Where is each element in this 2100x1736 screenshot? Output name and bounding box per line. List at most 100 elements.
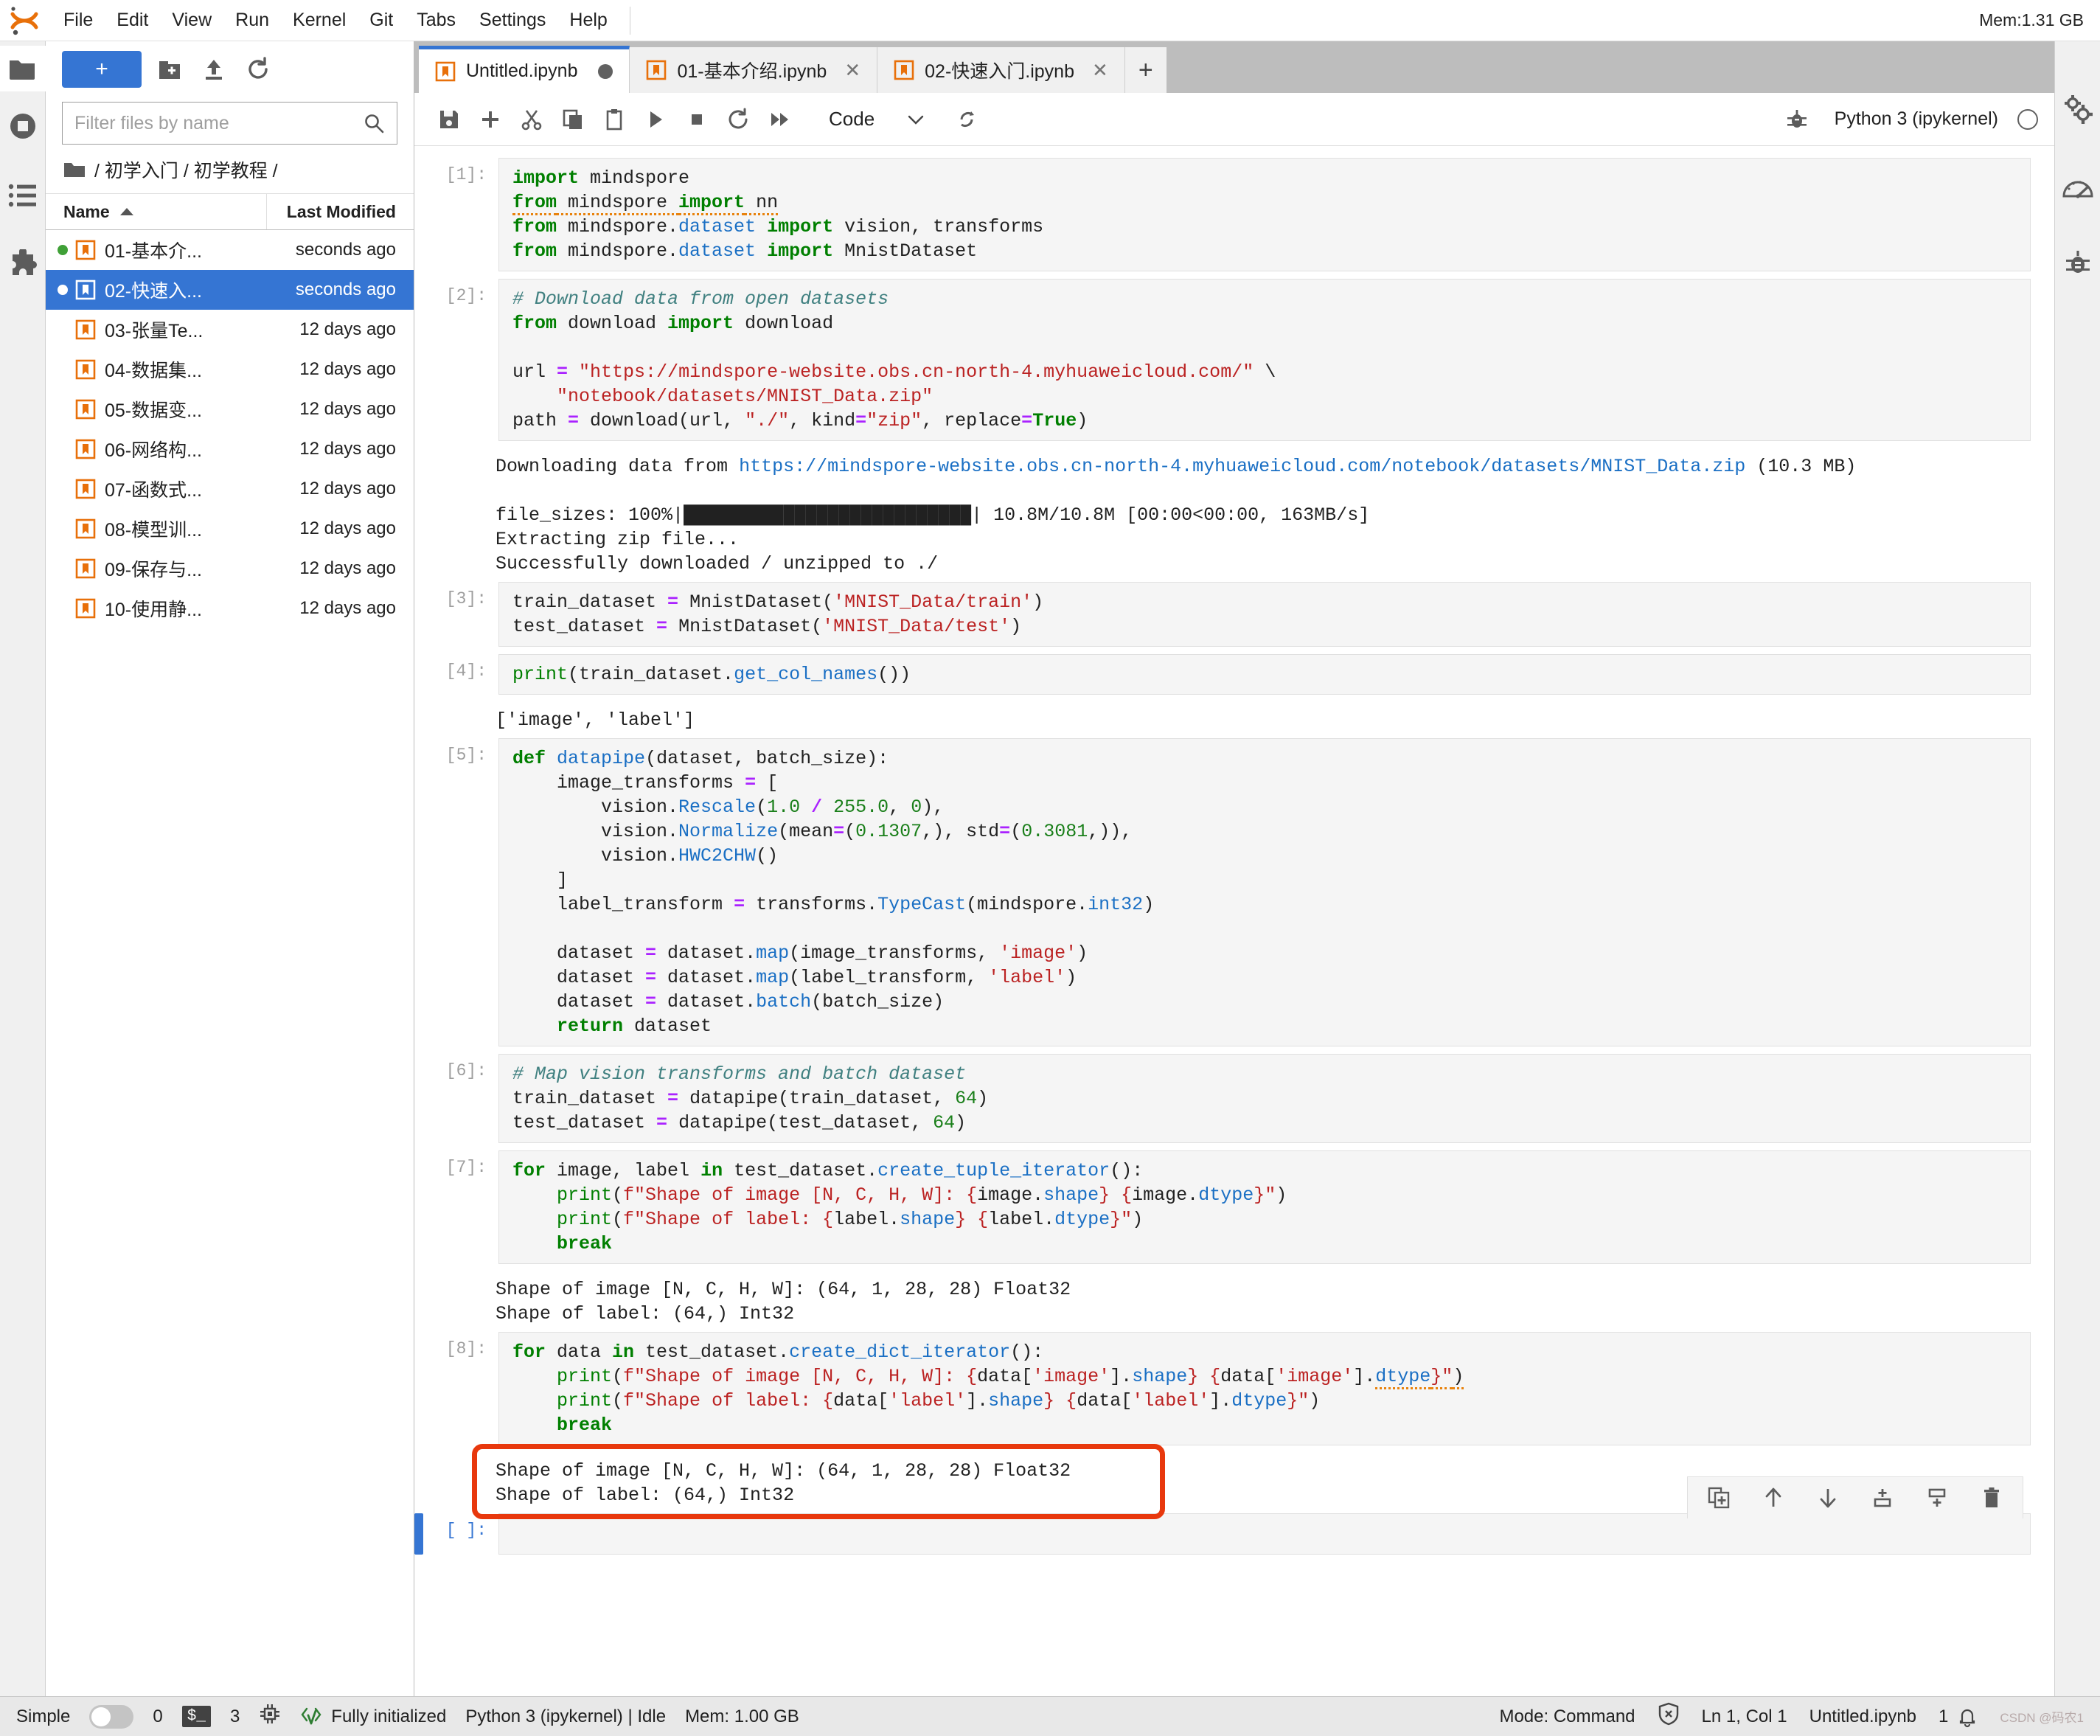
file-browser-icon	[10, 60, 35, 80]
notebook-cell[interactable]: [8]: for data in test_dataset.create_dict…	[414, 1332, 2054, 1445]
terminal-count[interactable]: 0	[153, 1707, 162, 1727]
cell-input[interactable]: train_dataset = MnistDataset('MNIST_Data…	[498, 582, 2031, 647]
sidebar-item-extension-manager[interactable]	[0, 230, 46, 299]
menu-edit[interactable]: Edit	[105, 5, 160, 35]
notebook-cell[interactable]: [4]: print(train_dataset.get_col_names())	[414, 654, 2054, 695]
file-list-item[interactable]: 02-快速入... seconds ago	[46, 270, 414, 310]
add-cell-button[interactable]	[472, 101, 509, 138]
watermark: CSDN @码农1	[2000, 1711, 2084, 1725]
menu-help[interactable]: Help	[557, 5, 619, 35]
menu-tabs[interactable]: Tabs	[405, 5, 467, 35]
cell-input[interactable]: # Map vision transforms and batch datase…	[498, 1054, 2031, 1143]
copy-button[interactable]	[554, 101, 591, 138]
column-header-modified[interactable]: Last Modified	[266, 194, 414, 229]
save-button[interactable]	[431, 101, 467, 138]
file-filter-input[interactable]	[74, 112, 363, 134]
edit-mode-indicator[interactable]: Mode: Command	[1499, 1707, 1635, 1727]
sidebar-item-running-sessions[interactable]	[0, 91, 46, 161]
sidebar-item-debugger[interactable]	[2055, 224, 2100, 301]
delete-cell-button[interactable]	[1977, 1483, 2006, 1513]
file-list-item[interactable]: 03-张量Te... 12 days ago	[46, 310, 414, 350]
new-launcher-button[interactable]: +	[62, 51, 142, 88]
file-list-item[interactable]: 04-数据集... 12 days ago	[46, 350, 414, 389]
menu-view[interactable]: View	[160, 5, 223, 35]
cell-input[interactable]	[498, 1513, 2031, 1555]
debugger-toggle-button[interactable]	[1779, 101, 1815, 138]
cursor-position[interactable]: Ln 1, Col 1	[1702, 1707, 1787, 1727]
menu-settings[interactable]: Settings	[467, 5, 557, 35]
main-dock-area: Untitled.ipynb 01-基本介绍.ipynb ✕ 02-快速入门.ipyn…	[414, 41, 2054, 1696]
insert-cell-below-button[interactable]	[1922, 1483, 1952, 1513]
run-cell-button[interactable]	[637, 101, 674, 138]
menu-file[interactable]: File	[52, 5, 105, 35]
terminal-icon[interactable]: $_	[181, 1706, 211, 1727]
notebook-cell[interactable]: [2]: # Download data from open datasets f…	[414, 279, 2054, 441]
cell-input[interactable]: import mindspore from mindspore import n…	[498, 158, 2031, 271]
menu-run[interactable]: Run	[223, 5, 281, 35]
sidebar-item-property-inspector[interactable]	[2055, 71, 2100, 147]
restart-and-run-all-button[interactable]	[761, 101, 798, 138]
shield-x-icon[interactable]	[1658, 1702, 1680, 1731]
file-list-item[interactable]: 05-数据变... 12 days ago	[46, 389, 414, 429]
insert-cell-above-button[interactable]	[1868, 1483, 1897, 1513]
git-status-button[interactable]	[948, 101, 985, 138]
kernel-count[interactable]: 3	[230, 1707, 240, 1727]
restart-and-run-all-icon	[771, 112, 788, 126]
notebook-cell[interactable]: [3]: train_dataset = MnistDataset('MNIST_…	[414, 582, 2054, 647]
file-list-item[interactable]: 01-基本介... seconds ago	[46, 230, 414, 270]
close-icon[interactable]: ✕	[1092, 59, 1108, 82]
output-prompt: [ ]:	[414, 1453, 482, 1513]
cell-output: ['image', 'label']	[496, 709, 695, 731]
menu-kernel[interactable]: Kernel	[281, 5, 358, 35]
simple-mode-toggle[interactable]	[89, 1704, 134, 1729]
cell-input[interactable]: # Download data from open datasets from …	[498, 279, 2031, 441]
cell-input[interactable]: def datapipe(dataset, batch_size): image…	[498, 738, 2031, 1046]
file-list-item[interactable]: 08-模型训... 12 days ago	[46, 509, 414, 549]
paste-button[interactable]	[596, 101, 633, 138]
sidebar-item-table-of-contents[interactable]	[0, 161, 46, 230]
initialization-status[interactable]: Fully initialized	[300, 1707, 446, 1727]
file-list-item[interactable]: 07-函数式... 12 days ago	[46, 469, 414, 509]
notebook-tab[interactable]: 02-快速入门.ipynb ✕	[877, 47, 1125, 93]
new-folder-button[interactable]	[153, 53, 186, 86]
file-modified: 12 days ago	[299, 359, 396, 379]
refresh-button[interactable]	[242, 53, 274, 86]
kernel-status-text[interactable]: Python 3 (ipykernel) | Idle	[465, 1707, 666, 1727]
right-activity-bar	[2054, 41, 2100, 1696]
sidebar-item-performance[interactable]	[2055, 147, 2100, 224]
upload-button[interactable]	[198, 53, 230, 86]
menu-git[interactable]: Git	[358, 5, 405, 35]
move-cell-up-button[interactable]	[1759, 1483, 1788, 1513]
file-list-item[interactable]: 06-网络构... 12 days ago	[46, 429, 414, 469]
restart-kernel-button[interactable]	[720, 101, 757, 138]
kernel-name-label[interactable]: Python 3 (ipykernel)	[1835, 108, 1998, 130]
notebook-panel: Code Python 3 (ipykernel) [1]: import mi…	[414, 93, 2054, 1696]
cell-input[interactable]: for image, label in test_dataset.create_…	[498, 1150, 2031, 1264]
close-icon[interactable]: ✕	[844, 59, 860, 82]
notebook-cell[interactable]: [1]: import mindspore from mindspore impo…	[414, 158, 2054, 271]
cell-type-select[interactable]: Code	[820, 105, 933, 133]
notification-indicator[interactable]: 1	[1939, 1706, 1978, 1728]
notebook-cell[interactable]: [7]: for image, label in test_dataset.cre…	[414, 1150, 2054, 1264]
file-filter-box[interactable]	[62, 102, 397, 145]
move-cell-down-button[interactable]	[1813, 1483, 1843, 1513]
column-header-name[interactable]: Name	[46, 202, 266, 222]
cpu-chip-icon[interactable]	[259, 1703, 281, 1730]
notebook-cell[interactable]: [ ]:	[414, 1513, 2054, 1555]
move-cell-up-icon	[1765, 1487, 1781, 1507]
new-tab-button[interactable]: +	[1124, 47, 1167, 93]
notebook-cell[interactable]: [6]: # Map vision transforms and batch da…	[414, 1054, 2054, 1143]
cell-input[interactable]: print(train_dataset.get_col_names())	[498, 654, 2031, 695]
duplicate-cell-button[interactable]	[1704, 1483, 1734, 1513]
breadcrumb[interactable]: / 初学入门 / 初学教程 /	[46, 145, 414, 193]
cell-input[interactable]: for data in test_dataset.create_dict_ite…	[498, 1332, 2031, 1445]
notebook-cell[interactable]: [5]: def datapipe(dataset, batch_size): i…	[414, 738, 2054, 1046]
cut-button[interactable]	[513, 101, 550, 138]
stop-kernel-button[interactable]	[678, 101, 715, 138]
file-list-item[interactable]: 10-使用静... 12 days ago	[46, 588, 414, 628]
notebook-tab[interactable]: 01-基本介绍.ipynb ✕	[630, 47, 878, 93]
top-memory-indicator: Mem:1.31 GB	[1979, 10, 2084, 29]
sidebar-item-file-browser[interactable]	[0, 46, 46, 91]
file-list-item[interactable]: 09-保存与... 12 days ago	[46, 549, 414, 588]
notebook-tab[interactable]: Untitled.ipynb	[419, 46, 630, 93]
